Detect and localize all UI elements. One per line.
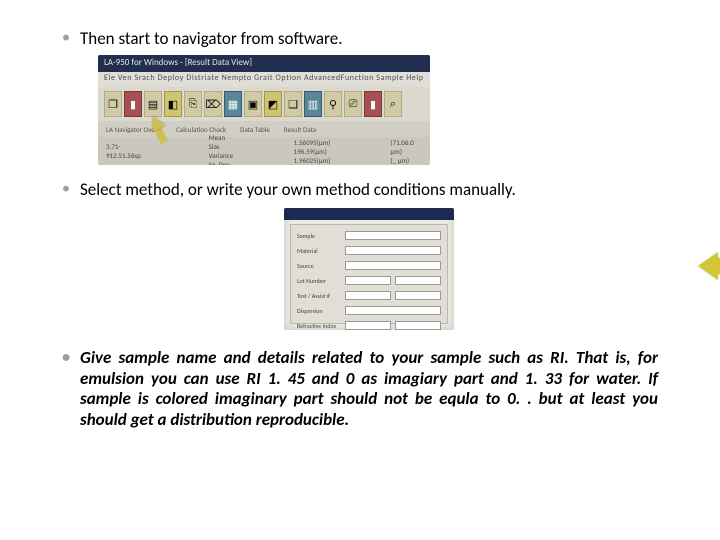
strip-mid: Mean Size bbox=[209, 133, 234, 151]
form-panel: Sample Material Source Lot Number Test /… bbox=[290, 224, 448, 324]
screenshot-2-wrap: Sample Material Source Lot Number Test /… bbox=[80, 208, 658, 330]
bullet-2: Select method, or write your own method … bbox=[62, 179, 658, 330]
form-label: Material bbox=[297, 247, 341, 255]
screenshot-1-wrap: LA-950 for Windows - [Result Data View] … bbox=[98, 55, 658, 165]
strip-left: 3.71-912.51.56sp bbox=[106, 142, 149, 160]
bullet-3: Give sample name and details related to … bbox=[62, 348, 658, 431]
toolbar-icon: ◩ bbox=[264, 91, 282, 117]
form-input bbox=[345, 321, 391, 330]
form-titlebar bbox=[284, 208, 454, 220]
toolbar-icon: ⚲ bbox=[324, 91, 342, 117]
form-input bbox=[345, 276, 391, 285]
la950-toolbar: ❐ ▮ ▤ ◧ ⎘ ⌦ ▦ ▣ ◩ ❏ ▥ ⚲ ⎚ ▮ ⌕ bbox=[98, 87, 430, 121]
form-label: Test / Assist # bbox=[297, 292, 341, 300]
form-input bbox=[345, 291, 391, 300]
bullet-1: Then start to navigator from software. L… bbox=[62, 28, 658, 165]
screenshot-la950: LA-950 for Windows - [Result Data View] … bbox=[98, 55, 430, 165]
strip-mid: Variance bbox=[209, 151, 234, 160]
form-label: Refractive Index bbox=[297, 322, 341, 330]
form-input bbox=[395, 321, 441, 330]
strip-right: (_ µm) bbox=[390, 156, 422, 165]
toolbar-icon: ▮ bbox=[364, 91, 382, 117]
strip-right: (71.06.0 µm) bbox=[390, 138, 422, 156]
form-input bbox=[345, 261, 441, 270]
form-input bbox=[345, 246, 441, 255]
toolbar-icon: ⎘ bbox=[184, 91, 202, 117]
toolbar-icon: ▮ bbox=[124, 91, 142, 117]
strip-val: 1.56095(µm) bbox=[294, 138, 331, 147]
toolbar-icon: ❐ bbox=[104, 91, 122, 117]
toolbar-icon: ⌦ bbox=[204, 91, 222, 117]
toolbar-icon: ▦ bbox=[224, 91, 242, 117]
form-input bbox=[345, 231, 441, 240]
form-label: Dispersion bbox=[297, 307, 341, 315]
form-input bbox=[345, 306, 441, 315]
label-item: Result Data bbox=[284, 125, 316, 134]
strip-mid: Sg. Dev bbox=[209, 160, 234, 165]
strip-val: 1.96025(µm) bbox=[294, 156, 331, 165]
bullet-2-text: Select method, or write your own method … bbox=[80, 179, 516, 200]
toolbar-icon: ⎚ bbox=[344, 91, 362, 117]
form-label: Lot Number bbox=[297, 277, 341, 285]
toolbar-icon: ◧ bbox=[164, 91, 182, 117]
toolbar-icon: ▥ bbox=[304, 91, 322, 117]
screenshot-form: Sample Material Source Lot Number Test /… bbox=[284, 208, 454, 330]
la950-titlebar: LA-950 for Windows - [Result Data View] bbox=[98, 55, 430, 72]
bullet-list: Then start to navigator from software. L… bbox=[62, 28, 658, 431]
bullet-1-text: Then start to navigator from software. bbox=[80, 28, 343, 49]
arrow-left-icon bbox=[698, 252, 720, 280]
form-label: Source bbox=[297, 262, 341, 270]
label-item: Data Table bbox=[240, 125, 270, 134]
strip-val: 196.59(µm) bbox=[294, 147, 331, 156]
bullet-3-text: Give sample name and details related to … bbox=[80, 347, 658, 430]
la950-strip: 3.71-912.51.56sp Mean Size Variance Sg. … bbox=[98, 137, 430, 165]
toolbar-icon: ⌕ bbox=[384, 91, 402, 117]
toolbar-icon: ❏ bbox=[284, 91, 302, 117]
form-label: Sample bbox=[297, 232, 341, 240]
la950-menubar: Ele Ven Srach Deploy Distriate Nempto Gr… bbox=[98, 72, 430, 87]
form-input bbox=[395, 291, 441, 300]
slide: Then start to navigator from software. L… bbox=[0, 0, 720, 540]
toolbar-icon: ▣ bbox=[244, 91, 262, 117]
form-input bbox=[395, 276, 441, 285]
